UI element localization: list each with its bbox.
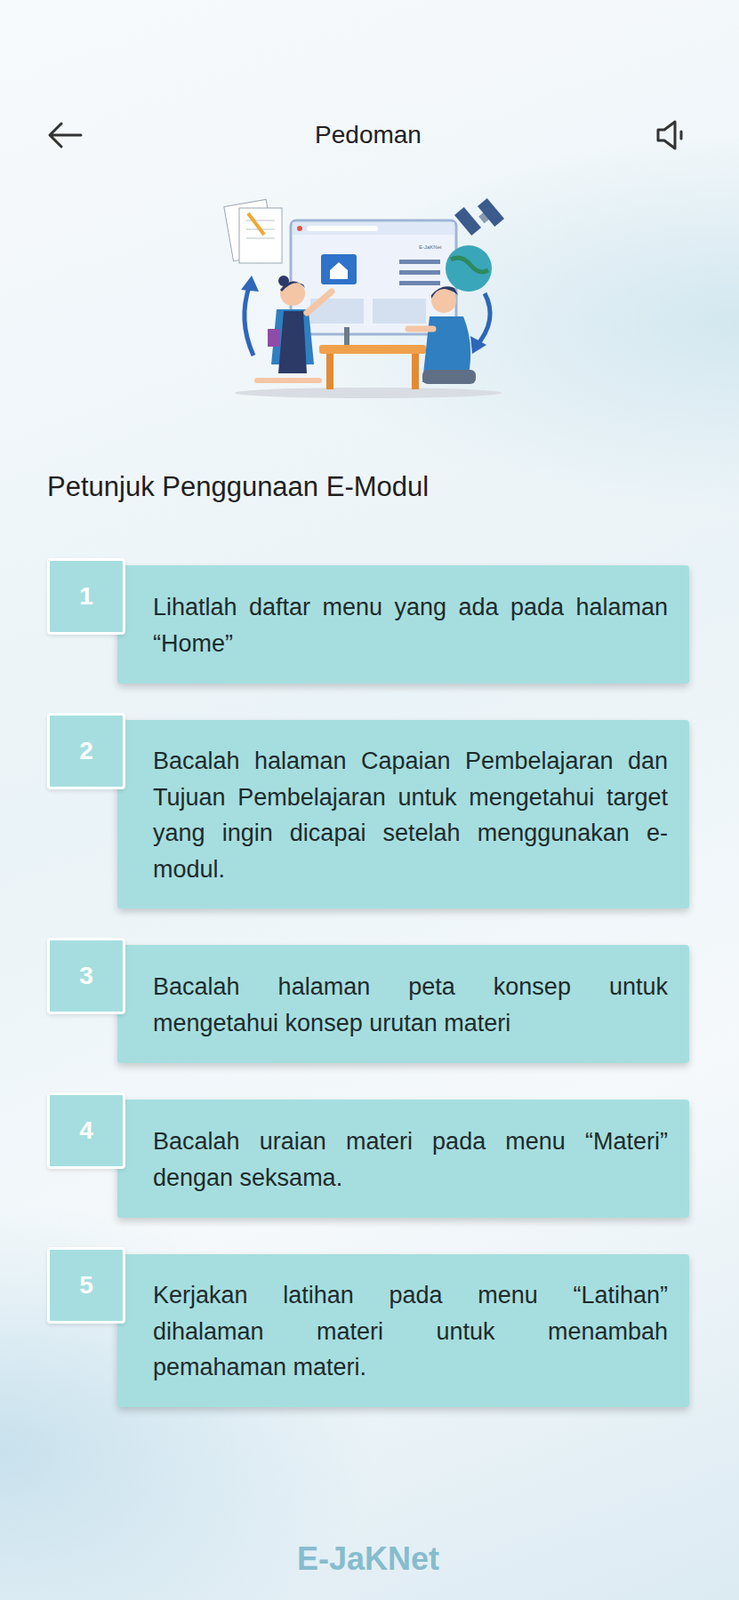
illustration: E-JaKNet [47,195,690,402]
sound-button[interactable] [653,117,690,153]
step-text: Lihatlah daftar menu yang ada pada halam… [152,589,668,662]
step-item: Bacalah halaman peta konsep untuk menget… [47,938,690,1064]
screen-label: E-JaKNet [418,244,442,250]
watermark: E-JaKNet [47,1541,690,1579]
guide-heading: Petunjuk Penggunaan E-Modul [47,471,690,504]
step-item: Bacalah uraian materi pada menu “Materi”… [47,1092,690,1219]
guide-page: Pedoman E-JaKNet Petunjuk Penggunaan E-Mod… [0,0,739,1600]
page-title: Pedoman [314,120,422,150]
step-item: Bacalah halaman Capaian Pembelajaran dan… [47,713,690,909]
step-text: Bacalah halaman peta konsep untuk menget… [152,969,668,1042]
step-card: Kerjakan latihan pada menu “Latihan” dih… [117,1254,690,1408]
e-learning-illustration-icon: E-JaKNet [221,195,515,402]
step-item: Lihatlah daftar menu yang ada pada halam… [47,558,690,684]
back-arrow-icon [47,120,83,150]
step-number-badge: 1 [47,558,126,635]
header: Pedoman [47,113,690,157]
step-text: Bacalah uraian materi pada menu “Materi”… [152,1124,668,1197]
step-number-badge: 2 [47,713,126,790]
back-button[interactable] [47,120,83,150]
step-text: Bacalah halaman Capaian Pembelajaran dan… [152,743,668,888]
step-number-badge: 5 [47,1247,126,1325]
step-card: Bacalah halaman Capaian Pembelajaran dan… [117,720,690,909]
steps-list: Lihatlah daftar menu yang ada pada halam… [47,558,690,1408]
step-number-badge: 3 [47,938,126,1015]
step-item: Kerjakan latihan pada menu “Latihan” dih… [47,1247,690,1408]
step-number-badge: 4 [47,1092,126,1170]
speaker-icon [653,117,690,153]
step-text: Kerjakan latihan pada menu “Latihan” dih… [152,1277,668,1387]
step-card: Bacalah uraian materi pada menu “Materi”… [117,1100,690,1219]
step-card: Lihatlah daftar menu yang ada pada halam… [117,565,690,684]
step-card: Bacalah halaman peta konsep untuk menget… [117,945,690,1064]
